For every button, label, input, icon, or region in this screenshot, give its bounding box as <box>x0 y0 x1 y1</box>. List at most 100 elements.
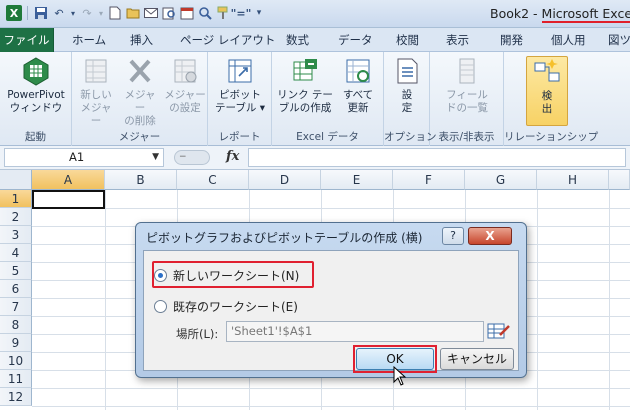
undo-dropdown-icon[interactable]: ▾ <box>69 5 77 21</box>
column-header[interactable]: B <box>105 170 177 190</box>
measure-settings-button[interactable]: メジャー の設定 <box>164 56 206 115</box>
detect-icon <box>532 57 562 87</box>
detect-button[interactable]: 検 出 <box>526 56 568 126</box>
group-excel-data: リンク テー ブルの作成 すべて 更新 Excel データ <box>272 52 384 146</box>
tab-insert[interactable]: 挿入 <box>130 28 153 52</box>
pivottable-button[interactable]: ピボット テーブル ▾ <box>212 56 268 115</box>
create-linked-table-icon <box>290 56 320 86</box>
ribbon: PowerPivot ウィンドウ 起動 新しい メジャー メジャー の削除 メジ… <box>0 52 630 146</box>
column-header[interactable]: C <box>177 170 249 190</box>
help-button[interactable]: ? <box>442 227 464 245</box>
column-header[interactable] <box>609 170 630 190</box>
refresh-all-button[interactable]: すべて 更新 <box>336 56 380 115</box>
button-label: メジャー <box>124 89 156 114</box>
tab-page-layout[interactable]: ページ レイアウト <box>180 28 275 52</box>
location-label: 場所(L): <box>176 327 219 341</box>
calendar-icon[interactable] <box>179 5 195 21</box>
field-list-button[interactable]: フィール ドの一覧 <box>438 56 496 115</box>
settings-button[interactable]: 設 定 <box>388 56 426 115</box>
email-icon[interactable] <box>143 5 159 21</box>
new-measure-button[interactable]: 新しい メジャー <box>76 56 116 128</box>
new-measure-icon <box>81 56 111 86</box>
name-box[interactable]: A1 ▼ <box>4 148 164 167</box>
row-header[interactable]: 11 <box>0 370 32 388</box>
row-header[interactable]: 2 <box>0 208 32 226</box>
formula-input[interactable] <box>248 148 626 167</box>
quote-icon[interactable]: "=" <box>231 5 252 21</box>
excel-logo-icon[interactable]: X <box>6 5 22 21</box>
column-header[interactable]: E <box>321 170 393 190</box>
group-label: リレーションシップ <box>504 131 599 143</box>
column-header[interactable]: F <box>393 170 465 190</box>
range-select-icon[interactable] <box>486 321 512 342</box>
button-label: の削除 <box>124 115 156 127</box>
application-title: Microsoft Excel <box>541 6 630 23</box>
row-header[interactable]: 6 <box>0 280 32 298</box>
measure-settings-icon <box>170 56 200 86</box>
row-header[interactable]: 8 <box>0 316 32 334</box>
insert-function-icon[interactable]: fx <box>226 149 239 164</box>
radio-unselected-icon[interactable] <box>154 299 167 313</box>
column-header[interactable]: G <box>465 170 537 190</box>
tab-file[interactable]: ファイル <box>0 28 54 52</box>
button-label: テーブル ▾ <box>215 102 265 114</box>
column-header[interactable]: D <box>249 170 321 190</box>
radio-selected-icon[interactable] <box>154 268 167 282</box>
save-icon[interactable] <box>33 5 49 21</box>
close-button[interactable]: X <box>468 227 512 245</box>
tab-data[interactable]: データ <box>338 28 373 52</box>
existing-worksheet-option[interactable]: 既存のワークシート(E) <box>154 296 298 316</box>
group-reports: ピボット テーブル ▾ レポート <box>208 52 272 146</box>
chevron-down-icon[interactable]: ▼ <box>152 149 159 166</box>
row-header[interactable]: 4 <box>0 244 32 262</box>
select-all-corner[interactable] <box>0 170 32 190</box>
row-header[interactable]: 7 <box>0 298 32 316</box>
row-header[interactable]: 3 <box>0 226 32 244</box>
tab-developer[interactable]: 開発 <box>500 28 523 52</box>
quick-access-toolbar: X ↶ ▾ ↷ ▾ "=" ▾ <box>6 5 267 21</box>
tab-personal[interactable]: 個人用 <box>551 28 586 52</box>
tab-review[interactable]: 校閲 <box>396 28 419 52</box>
group-relationships: 検 出 リレーションシップ <box>504 52 599 146</box>
new-file-icon[interactable] <box>107 5 123 21</box>
redo-dropdown-icon[interactable]: ▾ <box>97 5 105 21</box>
cancel-button[interactable]: キャンセル <box>440 348 514 370</box>
row-header[interactable]: 12 <box>0 388 32 406</box>
group-label: メジャー <box>118 131 161 143</box>
create-pivot-dialog: ピボットグラフおよびピボットテーブルの作成 (横) ? X 新しいワークシート(… <box>135 222 527 378</box>
customize-qat-icon[interactable]: ▾ <box>251 5 267 21</box>
group-label: オプション <box>384 131 437 143</box>
undo-icon[interactable]: ↶ <box>51 5 67 21</box>
button-label: 新しい <box>80 89 112 101</box>
new-worksheet-option[interactable]: 新しいワークシート(N) <box>154 265 299 285</box>
format-painter-icon[interactable] <box>215 5 231 21</box>
tab-formulas[interactable]: 数式 <box>286 28 309 52</box>
divider <box>27 6 28 20</box>
redo-icon[interactable]: ↷ <box>79 5 95 21</box>
create-linked-table-button[interactable]: リンク テー ブルの作成 <box>276 56 334 115</box>
delete-measure-icon <box>125 56 155 86</box>
tab-home[interactable]: ホーム <box>72 28 106 52</box>
tab-view[interactable]: 表示 <box>446 28 469 52</box>
location-input[interactable]: 'Sheet1'!$A$1 <box>226 321 484 342</box>
button-label: ブルの作成 <box>278 102 332 114</box>
row-header[interactable]: 5 <box>0 262 32 280</box>
print-preview-icon[interactable] <box>161 5 177 21</box>
column-header[interactable]: A <box>32 170 105 190</box>
divider <box>32 208 630 209</box>
spelling-icon[interactable] <box>197 5 213 21</box>
formula-bar-expand-handle[interactable]: − <box>174 150 210 165</box>
settings-icon <box>392 56 422 86</box>
powerpivot-icon <box>21 56 51 86</box>
tab-drawing-tools[interactable]: 図ツ <box>608 28 630 52</box>
column-header[interactable]: H <box>537 170 609 190</box>
delete-measure-button[interactable]: メジャー の削除 <box>120 56 160 128</box>
divider <box>32 406 630 407</box>
row-header[interactable]: 1 <box>0 190 32 208</box>
active-cell-a1[interactable] <box>32 190 105 209</box>
row-header[interactable]: 9 <box>0 334 32 352</box>
row-header[interactable]: 10 <box>0 352 32 370</box>
powerpivot-window-button[interactable]: PowerPivot ウィンドウ <box>2 56 70 115</box>
group-options: 設 定 オプション <box>384 52 437 146</box>
open-folder-icon[interactable] <box>125 5 141 21</box>
